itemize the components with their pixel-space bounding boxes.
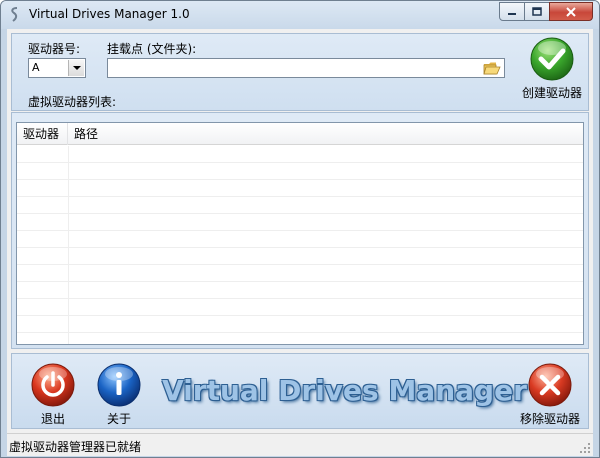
list-body bbox=[17, 146, 583, 344]
resize-grip-icon[interactable] bbox=[579, 442, 591, 454]
folder-open-icon[interactable] bbox=[483, 61, 501, 75]
title-bar[interactable]: Virtual Drives Manager 1.0 bbox=[1, 1, 599, 29]
drive-list[interactable]: 驱动器 路径 bbox=[16, 122, 584, 345]
close-circle-icon bbox=[528, 363, 572, 407]
minimize-icon bbox=[508, 12, 516, 15]
column-divider bbox=[68, 146, 69, 344]
app-window: Virtual Drives Manager 1.0 驱动器号: 挂载点 (文件… bbox=[0, 0, 600, 458]
close-button[interactable] bbox=[549, 2, 593, 21]
maximize-icon bbox=[532, 7, 542, 16]
drive-list-label: 虚拟驱动器列表: bbox=[28, 95, 117, 109]
client-area: 驱动器号: 挂载点 (文件夹): A 虚拟驱动器列表: 创建驱动器 驱动器 路径… bbox=[7, 29, 593, 456]
drive-config-panel: 驱动器号: 挂载点 (文件夹): A 虚拟驱动器列表: 创建驱动器 bbox=[11, 33, 589, 111]
about-button[interactable]: 关于 bbox=[84, 362, 154, 427]
remove-drive-button[interactable]: 移除驱动器 bbox=[515, 362, 585, 427]
drive-letter-select[interactable]: A bbox=[28, 58, 86, 78]
drive-letter-label: 驱动器号: bbox=[28, 42, 81, 56]
chevron-down-icon bbox=[73, 66, 81, 70]
create-drive-label: 创建驱动器 bbox=[521, 86, 582, 100]
column-header-path[interactable]: 路径 bbox=[68, 123, 583, 145]
action-panel: 退出 关于 Virtual Drives Manager 移除驱动器 bbox=[11, 353, 589, 429]
exit-label: 退出 bbox=[40, 412, 65, 426]
power-icon bbox=[31, 363, 75, 407]
column-header-drive[interactable]: 驱动器 bbox=[17, 123, 68, 145]
exit-button[interactable]: 退出 bbox=[18, 362, 88, 427]
window-title: Virtual Drives Manager 1.0 bbox=[29, 7, 190, 21]
create-drive-button[interactable]: 创建驱动器 bbox=[517, 36, 587, 101]
app-banner: Virtual Drives Manager bbox=[162, 374, 527, 407]
info-icon bbox=[97, 363, 141, 407]
drive-list-panel: 驱动器 路径 bbox=[11, 112, 589, 349]
about-label: 关于 bbox=[106, 412, 131, 426]
minimize-button[interactable] bbox=[499, 2, 525, 21]
drive-letter-value: A bbox=[32, 61, 40, 74]
checkmark-icon bbox=[530, 37, 574, 81]
remove-drive-label: 移除驱动器 bbox=[519, 412, 580, 426]
dropdown-button[interactable] bbox=[68, 60, 84, 76]
status-text: 虚拟驱动器管理器已就绪 bbox=[9, 440, 142, 454]
mount-point-label: 挂载点 (文件夹): bbox=[107, 42, 197, 56]
maximize-button[interactable] bbox=[524, 2, 550, 21]
close-icon bbox=[566, 6, 576, 17]
mount-point-input[interactable] bbox=[107, 58, 505, 78]
status-bar: 虚拟驱动器管理器已就绪 bbox=[7, 433, 593, 456]
caption-buttons bbox=[499, 2, 593, 21]
app-icon bbox=[11, 7, 18, 22]
list-header: 驱动器 路径 bbox=[17, 123, 583, 145]
